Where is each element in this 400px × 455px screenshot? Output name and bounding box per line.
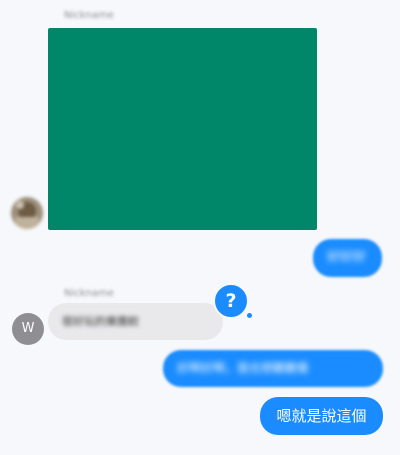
message-text: 嗯就是說這個 <box>276 407 367 425</box>
sender-avatar-photo[interactable] <box>11 197 43 229</box>
image-message[interactable] <box>48 28 317 230</box>
sender-avatar-initial[interactable]: W <box>12 313 44 345</box>
incoming-message[interactable]: 很好玩的樂團欸 <box>48 303 223 340</box>
sender-name-label: Nickname <box>64 288 114 299</box>
message-text: 好好好 <box>327 250 367 265</box>
reaction-tail-dot <box>247 313 252 318</box>
sender-name-label: Nickname <box>64 10 114 21</box>
question-mark-reaction-icon[interactable]: ? <box>213 283 249 319</box>
outgoing-message[interactable]: 嗯就是說這個 <box>260 397 383 435</box>
message-text: 很好玩的樂團欸 <box>62 315 139 328</box>
outgoing-message[interactable]: 好啊好啊，我也想聽聽看 <box>163 350 383 387</box>
message-text: 好啊好啊，我也想聽聽看 <box>177 361 310 375</box>
outgoing-message[interactable]: 好好好 <box>313 239 382 277</box>
message-thread: Nickname 好好好 Nickname W 很好玩的樂團欸 ? 好啊好啊，我… <box>0 0 400 455</box>
image-message-preview <box>48 28 317 230</box>
avatar-photo-image <box>11 197 43 229</box>
